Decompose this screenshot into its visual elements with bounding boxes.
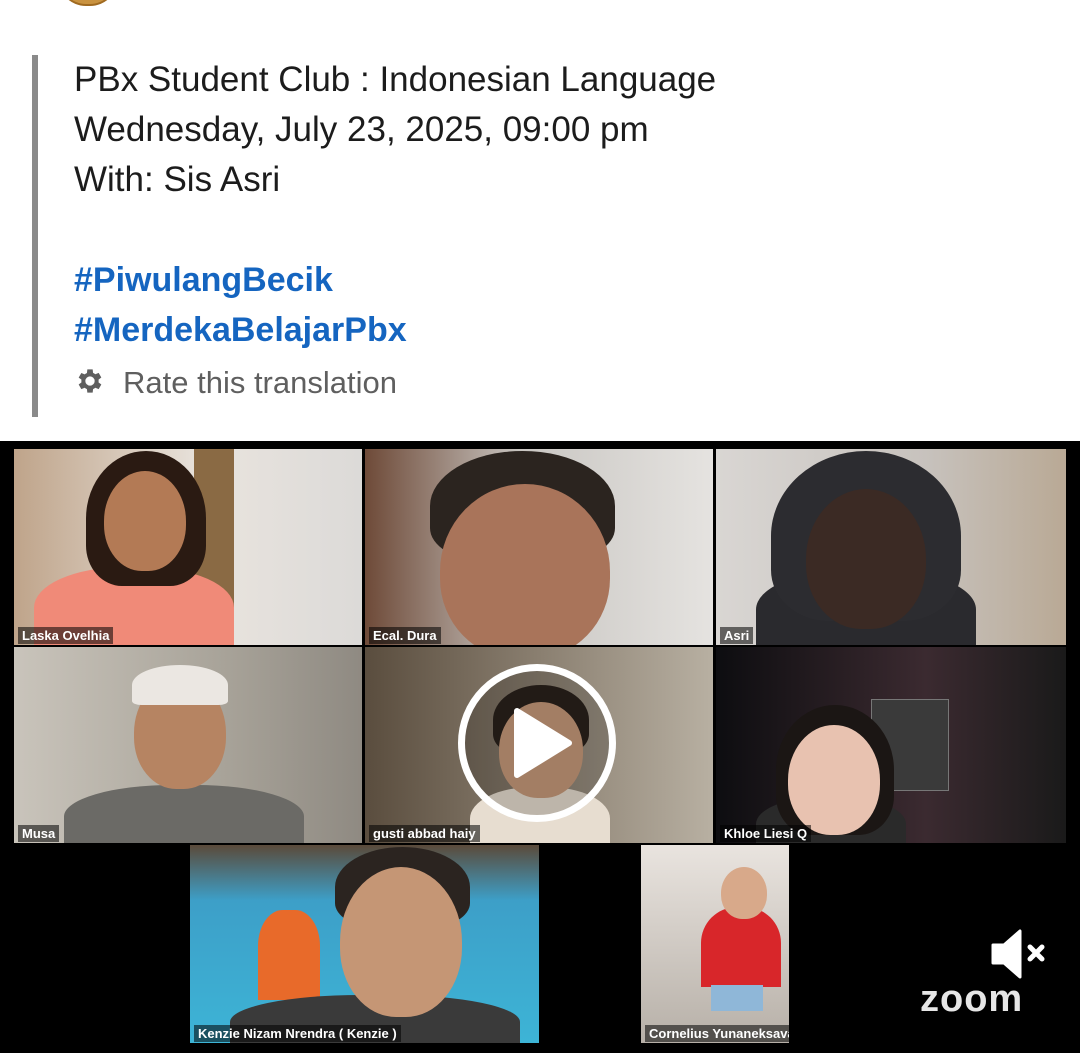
video-tile-musa: Musa xyxy=(14,647,362,843)
participant-name: Kenzie Nizam Nrendra ( Kenzie ) xyxy=(194,1025,401,1042)
post-line-host: With: Sis Asri xyxy=(74,160,281,199)
video-tile-asri: Asri xyxy=(716,449,1066,645)
hashtag-piwulangbecik[interactable]: #PiwulangBecik xyxy=(74,255,716,305)
video-tile-ecal: Ecal. Dura xyxy=(365,449,713,645)
video-tile-kenzie: Kenzie Nizam Nrendra ( Kenzie ) xyxy=(190,845,539,1043)
video-player[interactable]: Laska Ovelhia Ecal. Dura Asri Musa gusti… xyxy=(0,441,1080,1053)
mute-toggle-button[interactable] xyxy=(990,928,1050,985)
participant-name: Cornelius Yunaneksavano (Vano) xyxy=(645,1025,789,1042)
video-tile-cornelius: Cornelius Yunaneksavano (Vano) xyxy=(641,845,789,1043)
post-text: PBx Student Club : Indonesian Language W… xyxy=(74,55,716,355)
rate-translation-label: Rate this translation xyxy=(123,365,397,400)
video-tile-laska: Laska Ovelhia xyxy=(14,449,362,645)
post-line-title: PBx Student Club : Indonesian Language xyxy=(74,60,717,99)
post-line-date: Wednesday, July 23, 2025, 09:00 pm xyxy=(74,110,649,149)
profile-avatar[interactable] xyxy=(58,0,118,6)
rate-translation-button[interactable]: Rate this translation xyxy=(74,361,397,405)
play-button[interactable] xyxy=(458,664,616,822)
participant-name: Laska Ovelhia xyxy=(18,627,114,644)
participant-name: Musa xyxy=(18,825,60,842)
hashtag-merdekabelajarpbx[interactable]: #MerdekaBelajarPbx xyxy=(74,305,716,355)
translated-post: PBx Student Club : Indonesian Language W… xyxy=(32,55,1032,417)
participant-name: Khloe Liesi Q xyxy=(720,825,812,842)
video-tile-khloe: Khloe Liesi Q xyxy=(716,647,1066,843)
zoom-logo: zoom xyxy=(920,978,1024,1020)
quote-bar xyxy=(32,55,38,417)
gear-icon xyxy=(74,365,106,402)
participant-name: Ecal. Dura xyxy=(369,627,441,644)
participant-name: gusti abbad haiy xyxy=(369,825,480,842)
participant-name: Asri xyxy=(720,627,754,644)
